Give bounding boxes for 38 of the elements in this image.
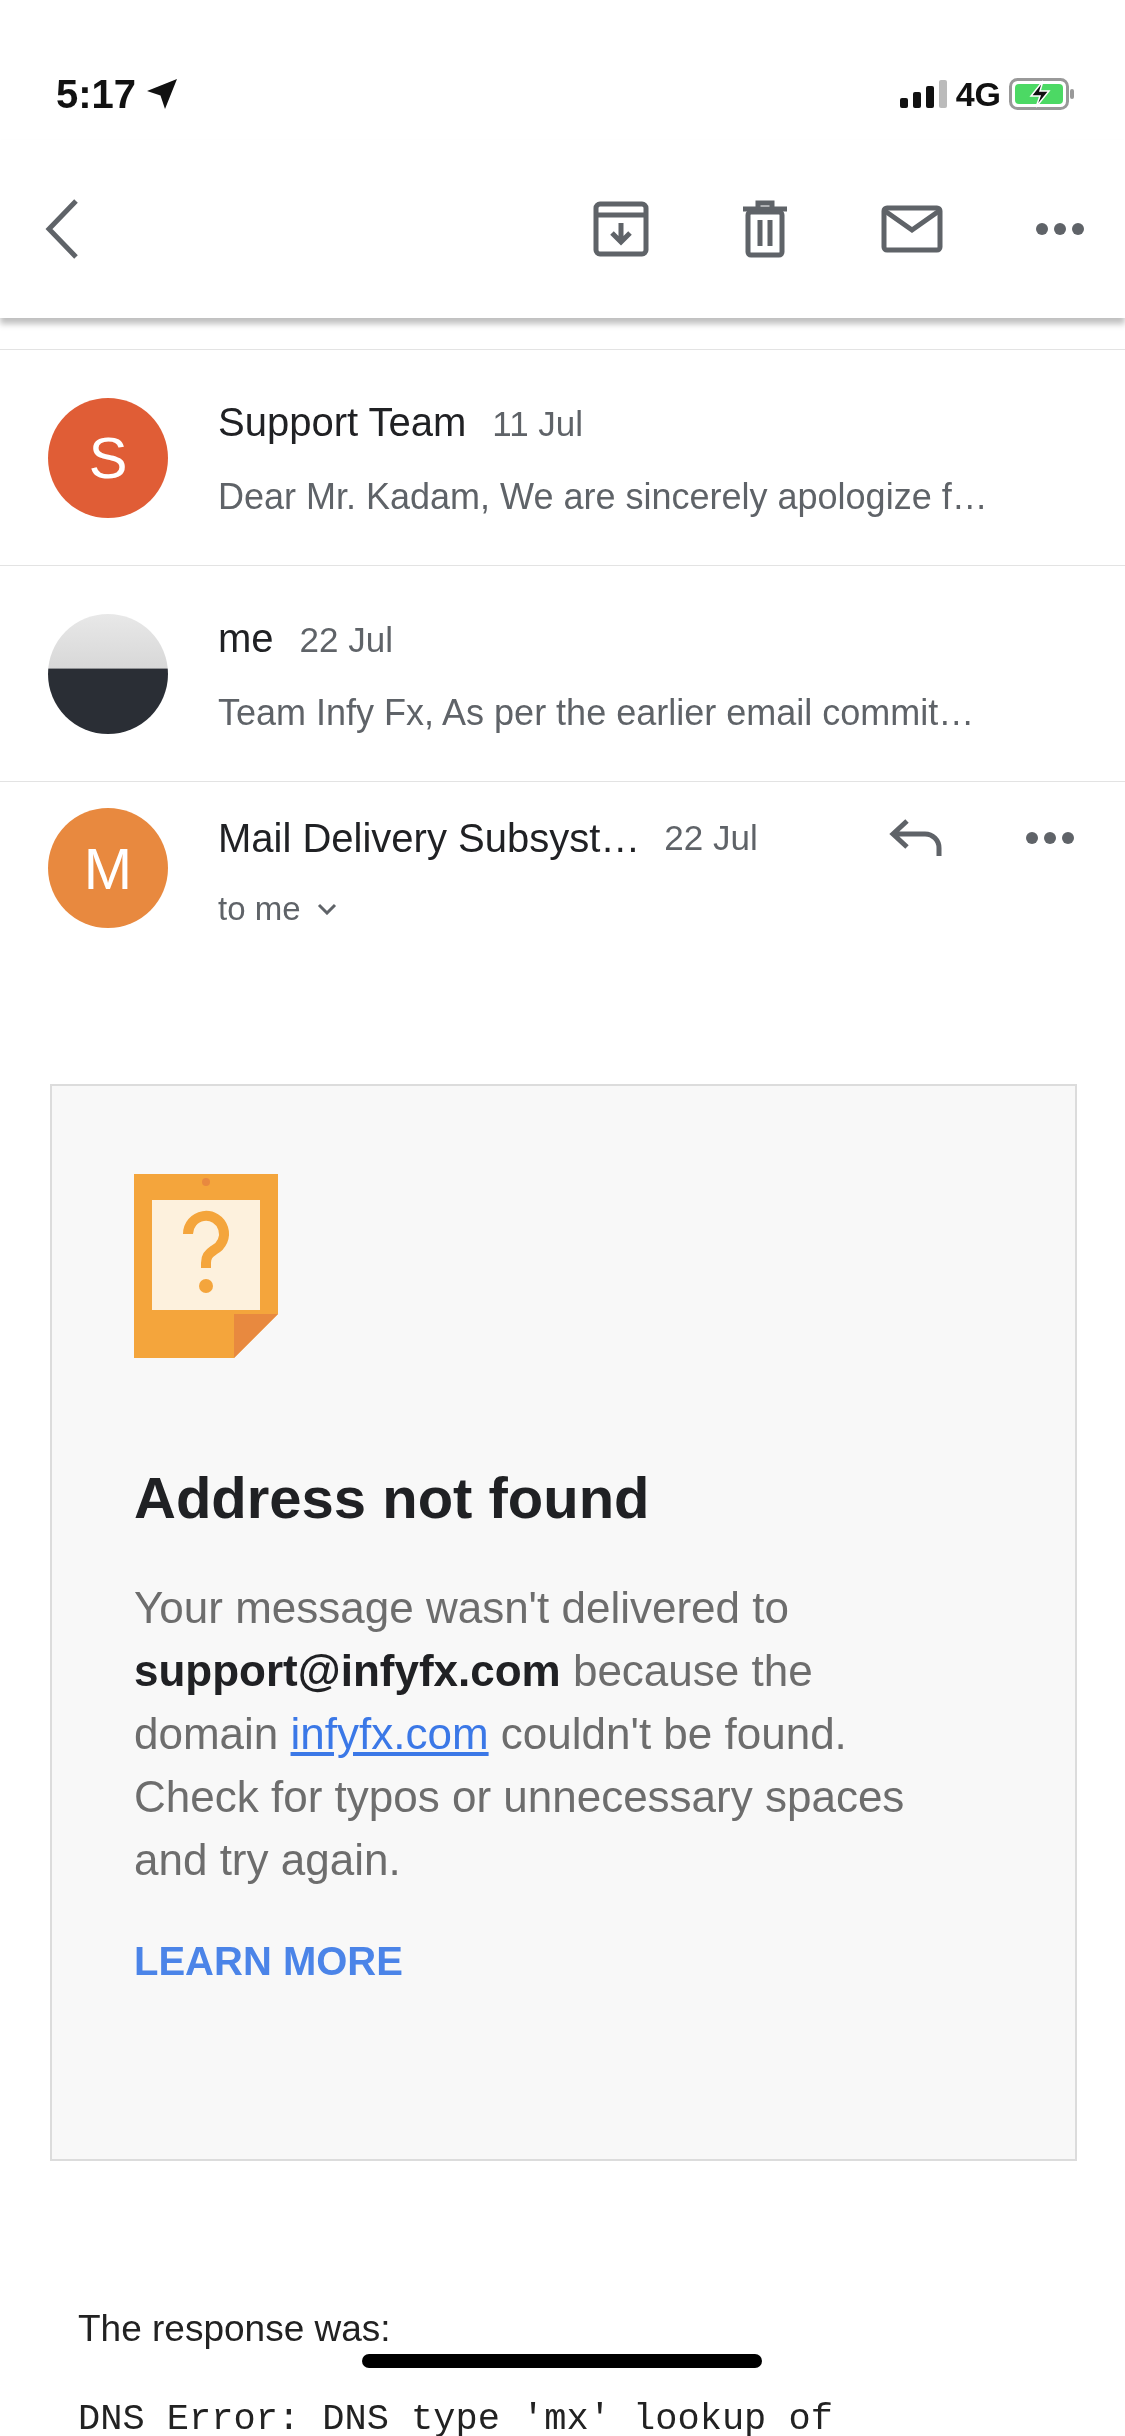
more-icon [1025, 831, 1075, 845]
mail-icon [881, 205, 943, 253]
mark-unread-button[interactable] [881, 205, 943, 253]
notice-message: Your message wasn't delivered to support@infyfx.com because the domain infyfx.com couldn't be found. Check for typos or unnecessary spaces and try again. [134, 1582, 906, 1887]
back-chevron-icon [44, 198, 80, 260]
message-date: 11 Jul [492, 402, 584, 445]
status-time: 5:17 [56, 71, 137, 118]
domain-link[interactable]: infyfx.com [290, 1709, 489, 1759]
message-date: 22 Jul [664, 816, 758, 859]
message-date: 22 Jul [299, 618, 393, 661]
battery-charging-icon [1009, 78, 1075, 110]
learn-more-link[interactable]: LEARN MORE [134, 1931, 403, 1992]
back-button[interactable] [44, 198, 80, 260]
recipients-toggle[interactable]: to me [218, 884, 337, 934]
more-button[interactable] [1035, 222, 1085, 236]
delete-button[interactable] [741, 200, 789, 258]
thread-item[interactable]: me 22 Jul Team Infy Fx, As per the earlier email commit… [0, 566, 1125, 782]
sender-name: Mail Delivery Subsyst… [218, 815, 641, 862]
more-button[interactable] [1025, 831, 1075, 845]
more-icon [1035, 222, 1085, 236]
chevron-down-icon [316, 902, 337, 915]
response-label: The response was: [78, 2306, 391, 2351]
signal-icon [899, 80, 948, 108]
thread-item[interactable]: S Support Team 11 Jul Dear Mr. Kadam, We are sincerely apologize f… [0, 350, 1125, 566]
avatar: S [48, 397, 168, 518]
archive-button[interactable] [593, 201, 649, 257]
reply-button[interactable] [889, 818, 945, 858]
avatar: M [48, 808, 168, 928]
message-snippet: Team Infy Fx, As per the earlier email commit… [218, 690, 975, 735]
sender-name: Support Team [218, 398, 467, 446]
reply-icon [889, 818, 945, 858]
message-snippet: Dear Mr. Kadam, We are sincerely apologize f… [218, 474, 988, 519]
notice-heading: Address not found [134, 1463, 651, 1532]
archive-icon [593, 201, 649, 257]
sender-name: me [218, 614, 274, 662]
network-label: 4G [955, 73, 1001, 115]
question-note-icon [134, 1173, 278, 1358]
trash-icon [741, 200, 789, 258]
